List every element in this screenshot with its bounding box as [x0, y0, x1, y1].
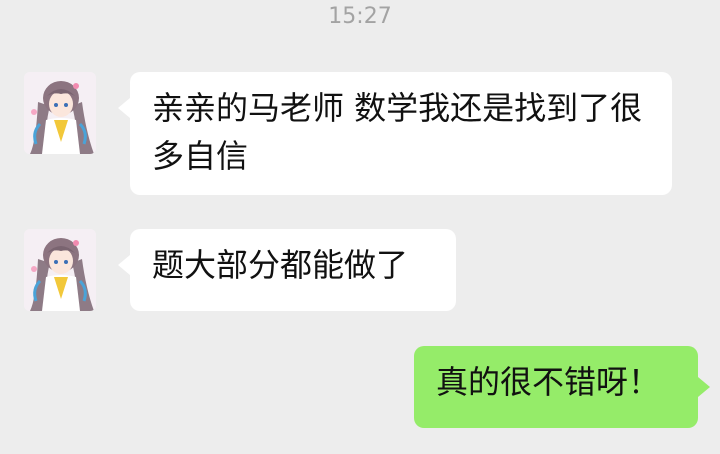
anime-girl-avatar-icon — [24, 72, 96, 154]
contact-avatar[interactable] — [24, 229, 96, 311]
message-text: 真的很不错呀！ — [436, 363, 661, 401]
timestamp: 15:27 — [328, 4, 392, 29]
contact-avatar[interactable] — [24, 72, 96, 154]
message-text: 亲亲的马老师 数学我还是找到了很多自信 — [152, 89, 643, 175]
message-bubble-received[interactable]: 题大部分都能做了 — [118, 229, 456, 311]
message-bubble-sent[interactable]: 真的很不错呀！ — [414, 346, 710, 428]
message-text: 题大部分都能做了 — [152, 246, 409, 284]
message-bubble-received[interactable]: 亲亲的马老师 数学我还是找到了很多自信 — [118, 72, 672, 195]
anime-girl-avatar-icon — [24, 229, 96, 311]
